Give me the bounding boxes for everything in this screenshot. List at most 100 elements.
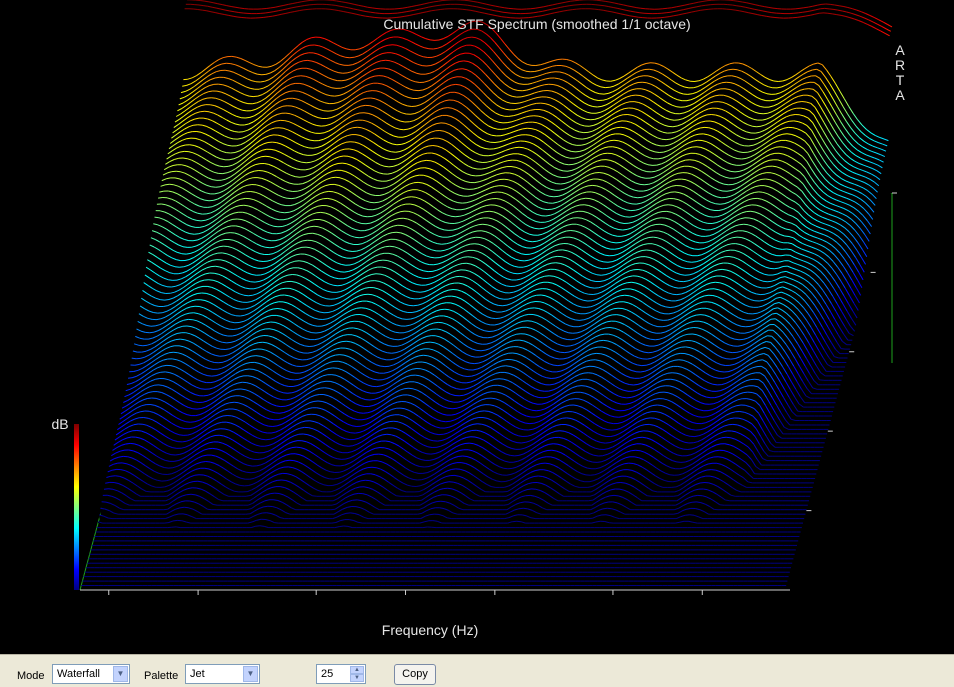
slice-line	[306, 162, 310, 163]
slice-line	[787, 134, 791, 135]
slice-line	[798, 12, 802, 13]
slice-line	[375, 76, 379, 77]
slice-line	[600, 5, 604, 6]
slice-line	[657, 218, 661, 219]
slice-line	[495, 142, 499, 143]
slice-line	[364, 113, 368, 114]
slice-line	[675, 192, 679, 193]
slice-line	[535, 8, 539, 9]
slice-line	[794, 121, 798, 122]
slice-line	[431, 10, 436, 11]
slice-line	[798, 102, 802, 103]
slice-line	[437, 244, 441, 245]
slice-line	[385, 166, 389, 167]
slice-line	[314, 226, 318, 227]
slice-line	[568, 10, 572, 11]
slice-line	[285, 212, 289, 213]
slice-line	[722, 82, 726, 83]
slice-line	[516, 103, 520, 104]
slice-line	[599, 10, 603, 11]
slice-line	[575, 0, 579, 1]
slice-line	[544, 84, 548, 85]
slice-line	[733, 1, 737, 2]
slice-line	[703, 1, 707, 2]
slice-line	[579, 132, 583, 133]
slice-line	[735, 171, 739, 172]
slice-line	[451, 216, 455, 217]
slice-line	[802, 102, 806, 103]
slice-line	[834, 9, 838, 10]
slice-line	[499, 122, 503, 123]
slice-line	[835, 5, 839, 6]
slice-line	[363, 216, 367, 217]
slice-line	[353, 127, 357, 128]
slice-line	[260, 81, 264, 82]
slice-line	[407, 197, 411, 198]
slice-line	[670, 120, 674, 121]
slice-line	[486, 205, 490, 206]
slice-line	[535, 228, 539, 229]
slice-line	[451, 84, 455, 85]
slice-line	[310, 140, 314, 141]
slice-line	[828, 13, 832, 14]
slice-line	[251, 192, 255, 193]
slice-line	[302, 1, 306, 2]
slice-line	[742, 158, 746, 159]
slice-line	[505, 109, 510, 110]
slice-line	[370, 17, 374, 18]
slice-line	[586, 119, 590, 120]
slice-line	[766, 16, 770, 17]
slice-line	[732, 5, 736, 6]
slice-line	[355, 237, 359, 238]
slice-line	[757, 126, 761, 127]
slice-line	[467, 37, 471, 38]
slice-line	[306, 0, 310, 1]
slice-line	[234, 12, 238, 13]
slice-line	[478, 162, 482, 163]
slice-line	[400, 211, 404, 212]
slice-line	[597, 0, 601, 1]
slice-line	[791, 115, 795, 116]
slice-line	[330, 9, 334, 10]
slice-line	[280, 212, 284, 213]
slice-line	[345, 57, 349, 58]
slice-line	[244, 205, 248, 206]
slice-line	[266, 156, 270, 157]
slice-line	[504, 179, 508, 180]
slice-line	[713, 217, 717, 218]
slice-line	[700, 10, 704, 11]
slice-line	[232, 56, 236, 57]
slice-line	[664, 205, 668, 206]
slice-line	[270, 247, 274, 248]
slice-line	[471, 175, 475, 176]
slice-line	[718, 102, 723, 103]
slice-line	[594, 9, 598, 10]
slice-line	[375, 13, 379, 14]
slice-line	[605, 255, 609, 256]
slice-line	[709, 217, 713, 218]
slice-line	[677, 107, 681, 108]
slice-line	[231, 153, 235, 154]
slice-line	[331, 5, 335, 6]
slice-line	[317, 126, 321, 127]
slice-line	[731, 10, 735, 11]
slice-line	[724, 184, 728, 185]
slice-line	[393, 144, 397, 145]
slice-line	[655, 152, 659, 153]
slice-line	[276, 120, 280, 121]
slice-line	[571, 151, 575, 152]
slice-line	[526, 71, 530, 72]
slice-line	[682, 179, 686, 180]
slice-line	[200, 1, 204, 2]
slice-line	[393, 45, 397, 46]
slice-line	[257, 74, 261, 75]
slice-line	[357, 127, 361, 128]
slice-line	[644, 184, 648, 185]
slice-line	[402, 12, 406, 13]
slice-line	[298, 184, 303, 185]
slice-line	[593, 107, 597, 108]
slice-line	[752, 126, 756, 127]
slice-line	[481, 168, 485, 169]
slice-line	[772, 13, 776, 14]
slice-line	[541, 103, 545, 104]
